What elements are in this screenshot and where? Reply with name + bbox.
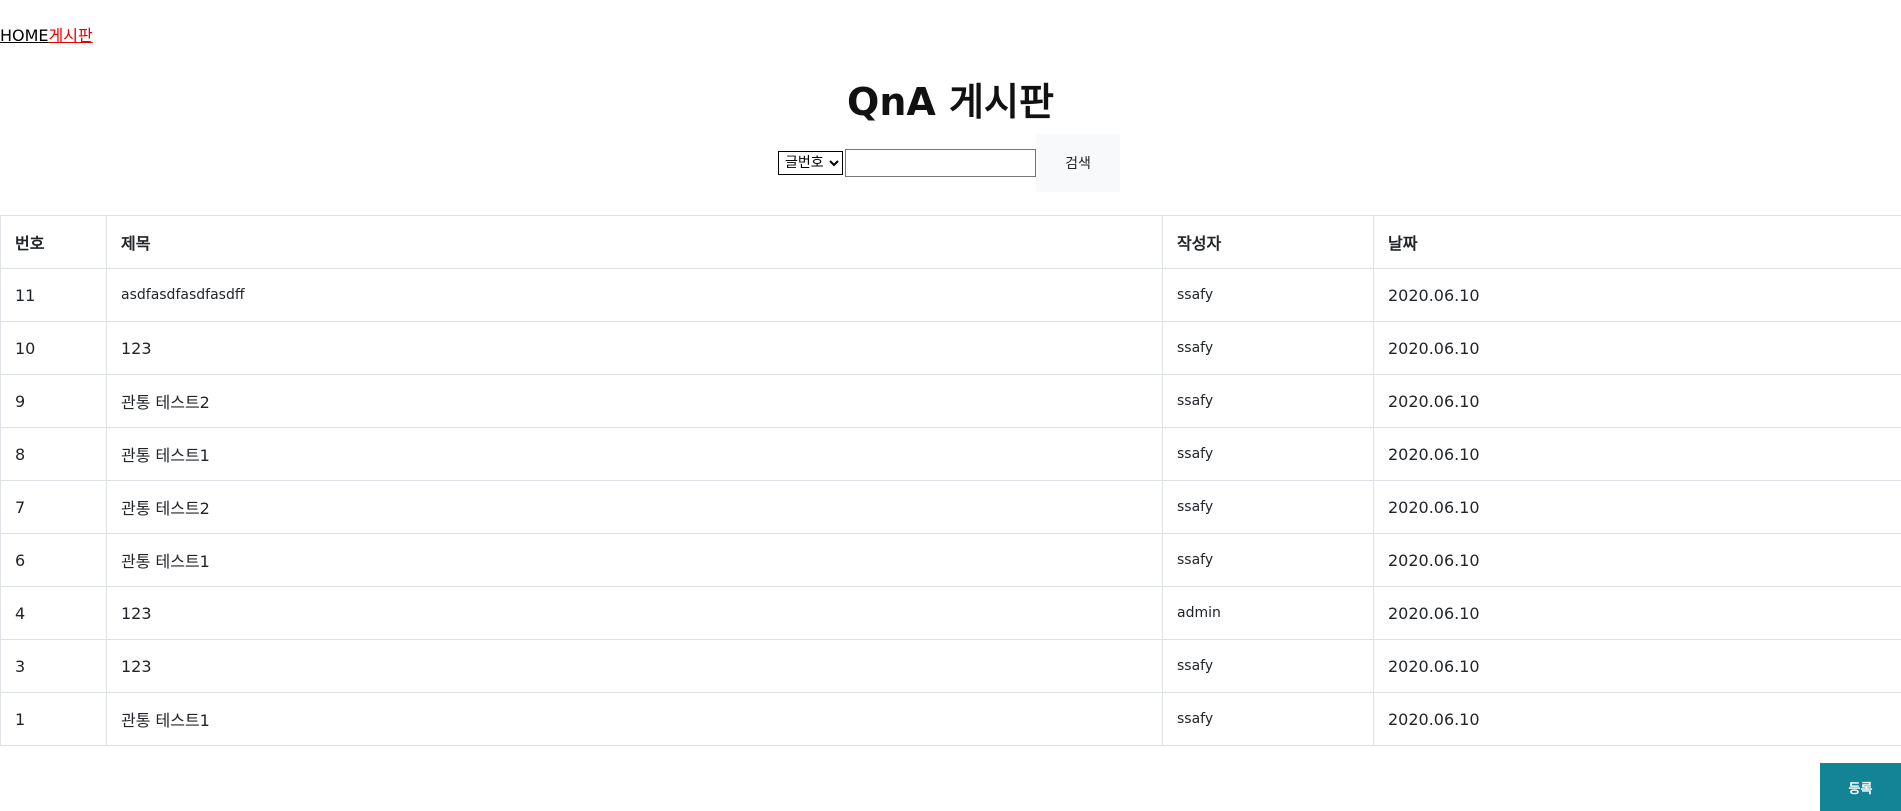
cell-date: 2020.06.10 xyxy=(1373,586,1901,640)
cell-author: admin xyxy=(1162,586,1374,640)
cell-date: 2020.06.10 xyxy=(1373,533,1901,587)
write-button[interactable]: 등록 xyxy=(1820,763,1901,811)
cell-author: ssafy xyxy=(1162,533,1374,587)
cell-title[interactable]: asdfasdfasdfasdff xyxy=(106,268,1163,322)
cell-number: 7 xyxy=(0,480,107,534)
cell-title[interactable]: 관통 테스트2 xyxy=(106,480,1163,534)
nav-home-link[interactable]: HOME xyxy=(0,26,49,45)
cell-date: 2020.06.10 xyxy=(1373,427,1901,481)
table-row[interactable]: 10 123 ssafy 2020.06.10 xyxy=(0,321,1901,375)
board-table: 번호 제목 작성자 날짜 11 asdfasdfasdfasdff ssafy … xyxy=(0,215,1901,746)
table-row[interactable]: 3 123 ssafy 2020.06.10 xyxy=(0,639,1901,693)
cell-number: 11 xyxy=(0,268,107,322)
table-row[interactable]: 1 관통 테스트1 ssafy 2020.06.10 xyxy=(0,692,1901,746)
search-bar: 글번호 검색 xyxy=(778,134,1120,192)
header-title: 제목 xyxy=(106,215,1163,269)
cell-author: ssafy xyxy=(1162,480,1374,534)
cell-title[interactable]: 123 xyxy=(106,586,1163,640)
table-row[interactable]: 9 관통 테스트2 ssafy 2020.06.10 xyxy=(0,374,1901,428)
cell-date: 2020.06.10 xyxy=(1373,480,1901,534)
cell-author: ssafy xyxy=(1162,639,1374,693)
header-author: 작성자 xyxy=(1162,215,1374,269)
search-input[interactable] xyxy=(845,149,1036,177)
header-number: 번호 xyxy=(0,215,107,269)
cell-author: ssafy xyxy=(1162,692,1374,746)
nav-board-link[interactable]: 게시판 xyxy=(49,26,93,45)
cell-number: 3 xyxy=(0,639,107,693)
cell-date: 2020.06.10 xyxy=(1373,692,1901,746)
cell-title[interactable]: 123 xyxy=(106,321,1163,375)
cell-date: 2020.06.10 xyxy=(1373,374,1901,428)
cell-number: 1 xyxy=(0,692,107,746)
cell-title[interactable]: 123 xyxy=(106,639,1163,693)
table-header-row: 번호 제목 작성자 날짜 xyxy=(0,215,1901,269)
table-row[interactable]: 7 관통 테스트2 ssafy 2020.06.10 xyxy=(0,480,1901,534)
cell-number: 10 xyxy=(0,321,107,375)
search-button[interactable]: 검색 xyxy=(1036,134,1120,192)
cell-author: ssafy xyxy=(1162,374,1374,428)
search-type-select[interactable]: 글번호 xyxy=(778,151,843,175)
cell-date: 2020.06.10 xyxy=(1373,268,1901,322)
page-title: QnA 게시판 xyxy=(847,80,1054,124)
cell-title[interactable]: 관통 테스트1 xyxy=(106,533,1163,587)
cell-author: ssafy xyxy=(1162,321,1374,375)
cell-author: ssafy xyxy=(1162,427,1374,481)
cell-number: 4 xyxy=(0,586,107,640)
cell-title[interactable]: 관통 테스트2 xyxy=(106,374,1163,428)
table-row[interactable]: 8 관통 테스트1 ssafy 2020.06.10 xyxy=(0,427,1901,481)
table-row[interactable]: 11 asdfasdfasdfasdff ssafy 2020.06.10 xyxy=(0,268,1901,322)
cell-author: ssafy xyxy=(1162,268,1374,322)
table-row[interactable]: 4 123 admin 2020.06.10 xyxy=(0,586,1901,640)
cell-title[interactable]: 관통 테스트1 xyxy=(106,427,1163,481)
cell-number: 6 xyxy=(0,533,107,587)
cell-number: 9 xyxy=(0,374,107,428)
table-row[interactable]: 6 관통 테스트1 ssafy 2020.06.10 xyxy=(0,533,1901,587)
header-date: 날짜 xyxy=(1373,215,1901,269)
cell-date: 2020.06.10 xyxy=(1373,639,1901,693)
cell-date: 2020.06.10 xyxy=(1373,321,1901,375)
cell-title[interactable]: 관통 테스트1 xyxy=(106,692,1163,746)
cell-number: 8 xyxy=(0,427,107,481)
top-nav: HOME게시판 xyxy=(0,26,93,46)
